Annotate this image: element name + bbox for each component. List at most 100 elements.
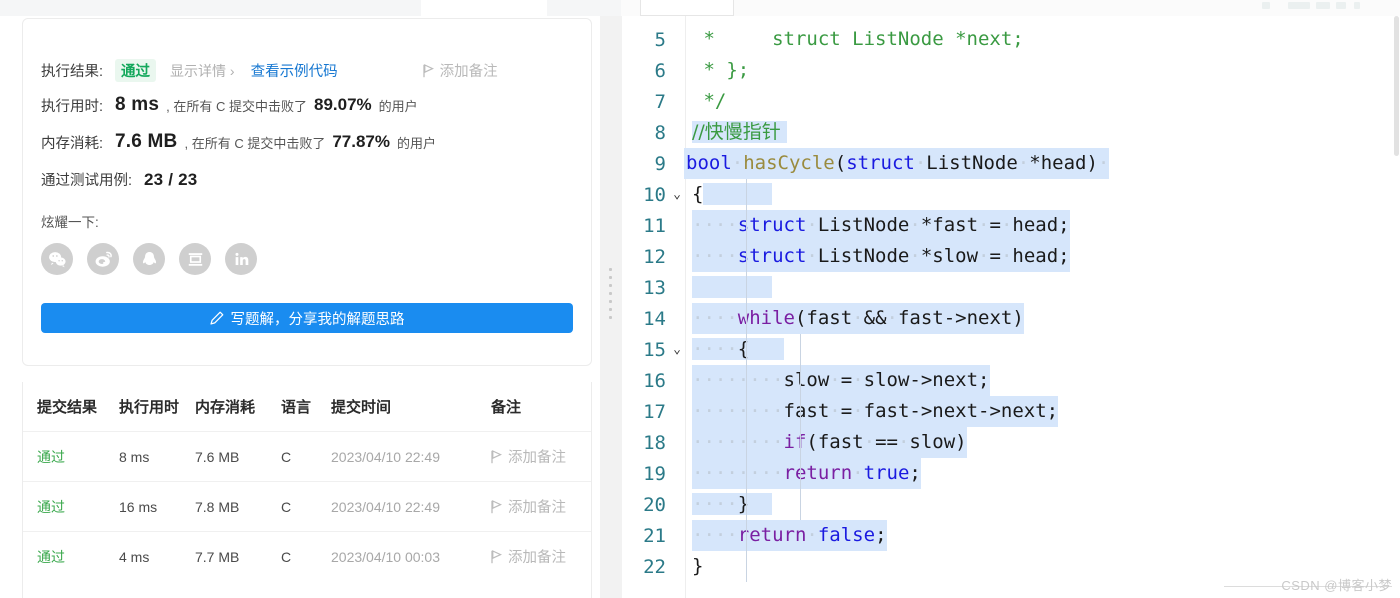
splitter-drag-handle[interactable] — [609, 268, 613, 336]
indent-guide — [800, 334, 801, 520]
memory-percent: 77.87% — [332, 132, 390, 151]
row-lang: C — [281, 531, 331, 581]
row-memory: 7.6 MB — [195, 431, 281, 482]
code-line[interactable]: 11 ····struct·ListNode·*fast·=·head; — [622, 210, 1400, 241]
splitter-dot — [609, 276, 612, 279]
code-editor[interactable]: 5 * struct ListNode *next; 6 * }; 7 */ 8… — [622, 16, 1400, 598]
memory-label: 内存消耗: — [41, 135, 104, 152]
row-result-link[interactable]: 通过 — [37, 549, 65, 565]
splitter-dot — [609, 284, 612, 287]
chrome-tab[interactable] — [640, 0, 734, 16]
splitter-dot — [609, 316, 612, 319]
pencil-icon — [209, 311, 223, 325]
code-line-text: ····while(fast·&&·fast->next) — [692, 303, 1024, 334]
code-line-text: { — [692, 179, 773, 210]
line-number: 16 — [643, 369, 666, 392]
table-row[interactable]: 通过 4 ms 7.7 MB C 2023/04/10 00:03 添加备注 — [23, 531, 591, 581]
chrome-faint-mark — [1336, 2, 1346, 9]
add-note-label: 添加备注 — [439, 64, 498, 80]
code-line-text: ····return·false; — [692, 520, 887, 551]
row-add-note-button[interactable]: 添加备注 — [491, 496, 591, 517]
line-number: 21 — [643, 524, 666, 547]
chrome-faint-mark — [1288, 2, 1310, 9]
code-line[interactable]: 21 ····return·false; — [622, 520, 1400, 551]
fold-toggle[interactable]: ⌄ — [666, 342, 686, 357]
line-number: 19 — [643, 462, 666, 485]
panel-splitter[interactable] — [600, 16, 622, 598]
row-memory: 7.7 MB — [195, 531, 281, 581]
row-add-note-label: 添加备注 — [508, 500, 566, 516]
code-line-text: */ — [692, 90, 727, 112]
line-number: 10 — [643, 183, 666, 206]
runtime-label: 执行用时: — [41, 98, 104, 115]
code-line[interactable]: 8 //快慢指针 — [622, 117, 1400, 148]
douban-icon — [188, 252, 202, 266]
sample-code-link[interactable]: 查看示例代码 — [251, 60, 338, 81]
chrome-right-area — [621, 0, 1400, 16]
code-line-text: //快慢指针 — [692, 121, 787, 143]
code-line[interactable]: 20 ····} — [622, 489, 1400, 520]
column-header-time: 提交时间 — [331, 382, 491, 432]
code-line[interactable]: 18 ········if(fast·==·slow) — [622, 427, 1400, 458]
submissions-table: 提交结果 执行用时 内存消耗 语言 提交时间 备注 通过 8 ms 7.6 MB… — [23, 382, 591, 581]
qq-icon — [142, 251, 156, 265]
code-line[interactable]: 12 ····struct·ListNode·*slow·=·head; — [622, 241, 1400, 272]
splitter-dot — [609, 268, 612, 271]
linkedin-icon — [234, 252, 248, 265]
code-line[interactable]: 9 bool·hasCycle(struct·ListNode·*head)· — [622, 148, 1400, 179]
line-number: 12 — [643, 245, 666, 268]
column-header-note: 备注 — [491, 382, 591, 432]
code-line[interactable]: 15 ⌄ ····{ — [622, 334, 1400, 365]
table-row[interactable]: 通过 8 ms 7.6 MB C 2023/04/10 22:49 添加备注 — [23, 431, 591, 482]
code-line[interactable]: 7 */ — [622, 86, 1400, 117]
chrome-faint-mark — [1316, 2, 1330, 9]
code-line[interactable]: 5 * struct ListNode *next; — [622, 24, 1400, 55]
flag-icon — [491, 549, 502, 563]
write-solution-button[interactable]: 写题解，分享我的解题思路 — [41, 303, 573, 333]
row-memory: 7.8 MB — [195, 481, 281, 532]
row-lang: C — [281, 481, 331, 532]
flag-icon — [491, 449, 502, 463]
row-add-note-button[interactable]: 添加备注 — [491, 446, 591, 467]
code-line[interactable]: 17 ········fast·=·fast->next->next; — [622, 396, 1400, 427]
add-note-button[interactable]: 添加备注 — [422, 60, 498, 81]
share-label: 炫耀一下: — [41, 215, 99, 230]
row-add-note-label: 添加备注 — [508, 550, 566, 566]
row-add-note-button[interactable]: 添加备注 — [491, 546, 591, 567]
code-line[interactable]: 13 — [622, 272, 1400, 303]
chrome-gap-secondary — [547, 0, 621, 16]
top-chrome-strip — [0, 0, 1400, 16]
row-time: 2023/04/10 00:03 — [331, 531, 491, 581]
show-detail-link[interactable]: 显示详情 › — [170, 61, 235, 81]
memory-desc-suffix: 的用户 — [397, 135, 437, 151]
flag-icon — [491, 499, 502, 513]
code-line[interactable]: 6 * }; — [622, 55, 1400, 86]
watermark: CSDN @博客小梦 — [1281, 578, 1392, 593]
chrome-gap — [421, 0, 547, 16]
line-number: 13 — [643, 276, 666, 299]
editor-scrollbar[interactable] — [1393, 16, 1400, 598]
code-line[interactable]: 14 ····while(fast·&&·fast->next) — [622, 303, 1400, 334]
column-header-memory: 内存消耗 — [195, 382, 281, 432]
column-header-lang: 语言 — [281, 382, 331, 432]
code-line[interactable]: 19 ········return·true; — [622, 458, 1400, 489]
share-weibo-button[interactable] — [87, 243, 119, 275]
share-douban-button[interactable] — [179, 243, 211, 275]
chrome-faint-mark — [1354, 2, 1360, 9]
line-number: 22 — [643, 555, 666, 578]
share-qq-button[interactable] — [133, 243, 165, 275]
code-line[interactable]: 10 ⌄ { — [622, 179, 1400, 210]
row-result-link[interactable]: 通过 — [37, 449, 65, 465]
share-linkedin-button[interactable] — [225, 243, 257, 275]
row-result-link[interactable]: 通过 — [37, 499, 65, 515]
line-number: 11 — [643, 214, 666, 237]
row-runtime: 16 ms — [119, 481, 195, 532]
row-add-note-label: 添加备注 — [508, 450, 566, 466]
table-row[interactable]: 通过 16 ms 7.8 MB C 2023/04/10 22:49 添加备注 — [23, 481, 591, 532]
share-wechat-button[interactable] — [41, 243, 73, 275]
code-line[interactable]: 16 ········slow·=·slow->next; — [622, 365, 1400, 396]
editor-scrollbar-thumb[interactable] — [1394, 16, 1399, 156]
wechat-icon — [48, 251, 66, 267]
code-line-text: ····{ — [692, 334, 784, 365]
fold-toggle[interactable]: ⌄ — [666, 187, 686, 202]
